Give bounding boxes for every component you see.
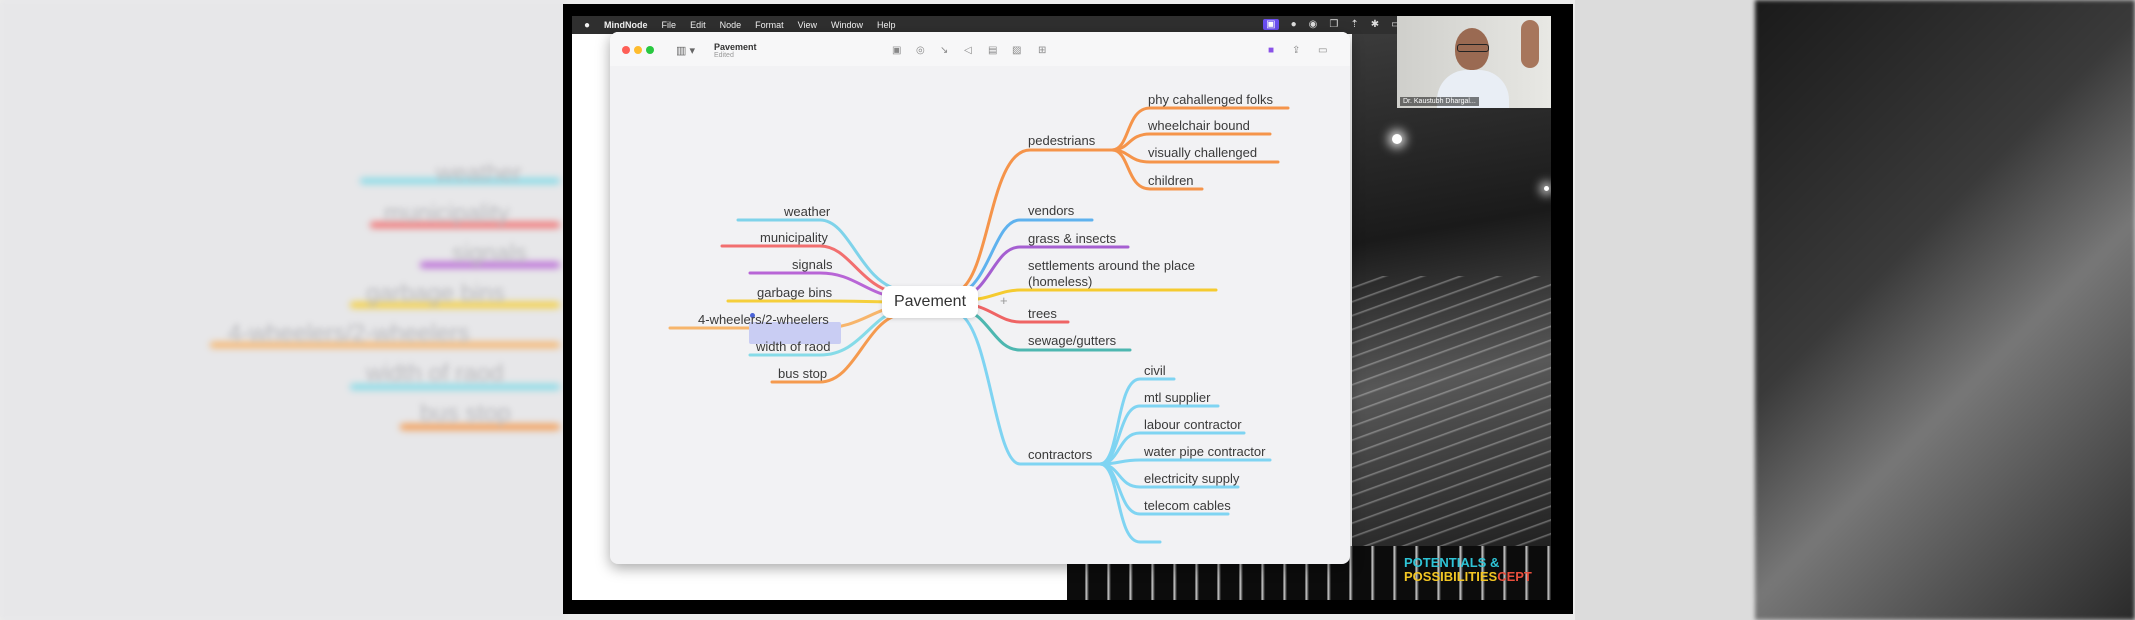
window-icon[interactable]: ❐ [1329,19,1338,30]
node-civil[interactable]: civil [1144,363,1166,378]
node-electricity[interactable]: electricity supply [1144,471,1239,486]
webcam-overlay: Dr. Kaustubh Dhargal... [1397,16,1551,108]
node-bus-stop[interactable]: bus stop [778,366,827,381]
ghost-label: 4-wheelers/2-wheelers [228,320,470,347]
street-light [1392,134,1402,144]
node-contractors[interactable]: contractors [1028,447,1092,462]
webcam-participant-name: Dr. Kaustubh Dhargal... [1400,97,1479,106]
menu-node[interactable]: Node [720,20,742,30]
mindnode-window: ▥ ▾ Pavement Edited ▣ ◎ ↘ ◁ ▤ ▨ ⊞ ■ ⇪ ▭ [610,32,1350,564]
node-vendors[interactable]: vendors [1028,203,1074,218]
webcam-person-glasses [1457,44,1489,52]
node-municipality[interactable]: municipality [760,230,828,245]
shared-screen: ● MindNode File Edit Node Format View Wi… [572,16,1551,600]
node-pedestrians[interactable]: pedestrians [1028,133,1095,148]
menu-window[interactable]: Window [831,20,863,30]
menu-mindnode[interactable]: MindNode [604,20,648,30]
ghost-label: bus stop [420,400,511,427]
logo-line2-a: POSSIBILITIES [1404,569,1498,584]
node-trees[interactable]: trees [1028,306,1057,321]
background-blur-right [1575,0,2135,620]
add-child-icon[interactable]: + [1000,293,1008,308]
menu-format[interactable]: Format [755,20,784,30]
node-mtl-supplier[interactable]: mtl supplier [1144,390,1210,405]
node-wheelchair[interactable]: wheelchair bound [1148,118,1250,133]
apple-icon[interactable]: ● [584,20,590,31]
webcam-person-hand [1521,20,1539,68]
event-logo: POTENTIALS & POSSIBILITIESCEPT [1404,556,1532,584]
airdrop-icon[interactable]: ⇡ [1350,19,1358,30]
ghost-label: width of raod [366,360,504,387]
chat-icon[interactable]: ◉ [1309,19,1318,30]
menu-help[interactable]: Help [877,20,896,30]
node-settlements[interactable]: settlements around the place [1028,258,1195,273]
ghost-label: signals [452,240,527,267]
root-node[interactable]: Pavement [882,286,978,318]
ghost-label: garbage bins [366,280,505,307]
menu-view[interactable]: View [798,20,817,30]
ghost-label: municipality [384,200,510,227]
branch-water [1098,458,1272,466]
background-blur-left: weather municipality signals garbage bin… [0,0,565,620]
node-wheelers[interactable]: 4-wheelers/2-wheelers [698,312,829,327]
screen-share-icon[interactable]: ▣ [1263,19,1279,30]
background-photo [1755,0,2135,620]
node-signals[interactable]: signals [792,257,832,272]
node-settlements-line2: (homeless) [1028,274,1093,289]
menu-edit[interactable]: Edit [690,20,706,30]
node-phy-challenged[interactable]: phy cahallenged folks [1148,92,1273,107]
record-icon[interactable]: ● [1291,19,1297,30]
node-width-of-raod[interactable]: width of raod [756,339,830,354]
menu-file[interactable]: File [662,20,677,30]
logo-line1: POTENTIALS & [1404,555,1500,570]
node-labour-contractor[interactable]: labour contractor [1144,417,1242,432]
node-visually-challenged[interactable]: visually challenged [1148,145,1257,160]
street-light [1544,186,1549,191]
node-grass-insects[interactable]: grass & insects [1028,231,1116,246]
node-water-pipe[interactable]: water pipe contractor [1144,444,1265,459]
branch-garbage [726,299,902,304]
node-telecom[interactable]: telecom cables [1144,498,1231,513]
ghost-label: weather [436,160,522,187]
node-weather[interactable]: weather [784,204,830,219]
node-children[interactable]: children [1148,173,1194,188]
node-garbage-bins[interactable]: garbage bins [757,285,832,300]
logo-line2: POSSIBILITIESCEPT [1404,570,1532,584]
node-sewage-gutters[interactable]: sewage/gutters [1028,333,1116,348]
bluetooth-icon[interactable]: ✱ [1371,19,1379,30]
logo-line2-b: CEPT [1497,569,1532,584]
